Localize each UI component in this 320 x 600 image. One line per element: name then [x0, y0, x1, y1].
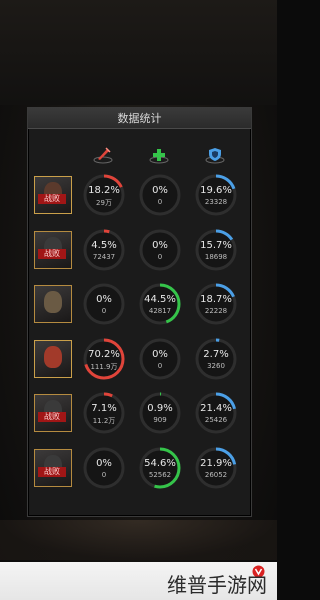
shield-percent: 21.4% [200, 403, 232, 414]
defeated-badge: 战败 [38, 249, 66, 259]
damage-stat-ring: 70.2% 111.9万 [82, 337, 126, 381]
shield-percent: 19.6% [200, 185, 232, 196]
damage-value: 111.9万 [90, 363, 118, 371]
damage-percent: 7.1% [91, 403, 117, 414]
hero-row: 战败 7.1% 11.2万 0.9% 909 21.4% 25426 [27, 391, 250, 439]
heal-value: 0 [157, 253, 163, 261]
damage-percent: 0% [96, 458, 112, 469]
watermark-text: 维普手游网 [167, 573, 267, 597]
shield-value: 18698 [204, 253, 228, 261]
heal-stat-ring: 0% 0 [138, 173, 182, 217]
hero-row: 0% 0 44.5% 42817 18.7% 22228 [27, 282, 250, 330]
hero-row: 战败 0% 0 54.6% 52562 21.9% 26052 [27, 446, 250, 494]
damage-percent: 0% [96, 294, 112, 305]
heal-percent: 44.5% [144, 294, 176, 305]
hero-avatar[interactable]: 战败 [34, 394, 72, 432]
damage-icon [92, 146, 114, 164]
shield-value: 22228 [204, 307, 228, 315]
damage-stat-ring: 0% 0 [82, 282, 126, 326]
heal-percent: 0% [152, 185, 168, 196]
damage-stat-ring: 18.2% 29万 [82, 173, 126, 217]
shield-percent: 18.7% [200, 294, 232, 305]
damage-stat-ring: 4.5% 72437 [82, 228, 126, 272]
heal-value: 0 [157, 362, 163, 370]
shield-stat-ring: 2.7% 3260 [194, 337, 238, 381]
hero-avatar[interactable]: 战败 [34, 449, 72, 487]
background-top [0, 0, 277, 105]
damage-percent: 4.5% [91, 240, 117, 251]
heal-value: 42817 [148, 307, 172, 315]
shield-value: 3260 [207, 362, 225, 370]
shield-value: 26052 [204, 471, 228, 479]
shield-value: 23328 [204, 198, 228, 206]
heal-value: 52562 [148, 471, 172, 479]
shield-stat-ring: 15.7% 18698 [194, 228, 238, 272]
hero-avatar[interactable] [34, 285, 72, 323]
hero-avatar[interactable]: 战败 [34, 176, 72, 214]
heal-percent: 54.6% [144, 458, 176, 469]
shield-value: 25426 [204, 416, 228, 424]
heal-stat-ring: 0% 0 [138, 228, 182, 272]
heal-value: 909 [153, 416, 167, 424]
damage-stat-ring: 7.1% 11.2万 [82, 391, 126, 435]
heal-percent: 0% [152, 349, 168, 360]
damage-value: 0 [101, 471, 107, 479]
damage-value: 72437 [92, 253, 116, 261]
background-bottom-glow [0, 520, 277, 560]
damage-value: 29万 [96, 199, 112, 207]
heal-percent: 0% [152, 240, 168, 251]
shield-stat-ring: 21.9% 26052 [194, 446, 238, 490]
shield-stat-ring: 19.6% 23328 [194, 173, 238, 217]
damage-stat-ring: 0% 0 [82, 446, 126, 490]
panel-title: 数据统计 [117, 112, 162, 125]
hero-row: 战败 4.5% 72437 0% 0 15.7% 18698 [27, 228, 250, 276]
damage-value: 0 [101, 307, 107, 315]
hero-row: 战败 18.2% 29万 0% 0 19.6% 23328 [27, 173, 250, 221]
shield-icon [204, 146, 226, 164]
heal-stat-ring: 54.6% 52562 [138, 446, 182, 490]
heal-percent: 0.9% [147, 403, 173, 414]
shield-percent: 21.9% [200, 458, 232, 469]
shield-percent: 2.7% [203, 349, 229, 360]
damage-percent: 70.2% [88, 349, 120, 360]
shield-stat-ring: 21.4% 25426 [194, 391, 238, 435]
defeated-badge: 战败 [38, 194, 66, 204]
defeated-badge: 战败 [38, 412, 66, 422]
defeated-badge: 战败 [38, 467, 66, 477]
hero-avatar[interactable]: 战败 [34, 231, 72, 269]
damage-percent: 18.2% [88, 185, 120, 196]
hero-portrait [44, 291, 62, 313]
heal-stat-ring: 0.9% 909 [138, 391, 182, 435]
shield-percent: 15.7% [200, 240, 232, 251]
hero-portrait [44, 346, 62, 368]
hero-avatar[interactable] [34, 340, 72, 378]
damage-value: 11.2万 [92, 417, 116, 425]
hero-row: 70.2% 111.9万 0% 0 2.7% 3260 [27, 337, 250, 385]
heal-icon [148, 146, 170, 164]
heal-stat-ring: 44.5% 42817 [138, 282, 182, 326]
heal-value: 0 [157, 198, 163, 206]
heal-stat-ring: 0% 0 [138, 337, 182, 381]
shield-stat-ring: 18.7% 22228 [194, 282, 238, 326]
